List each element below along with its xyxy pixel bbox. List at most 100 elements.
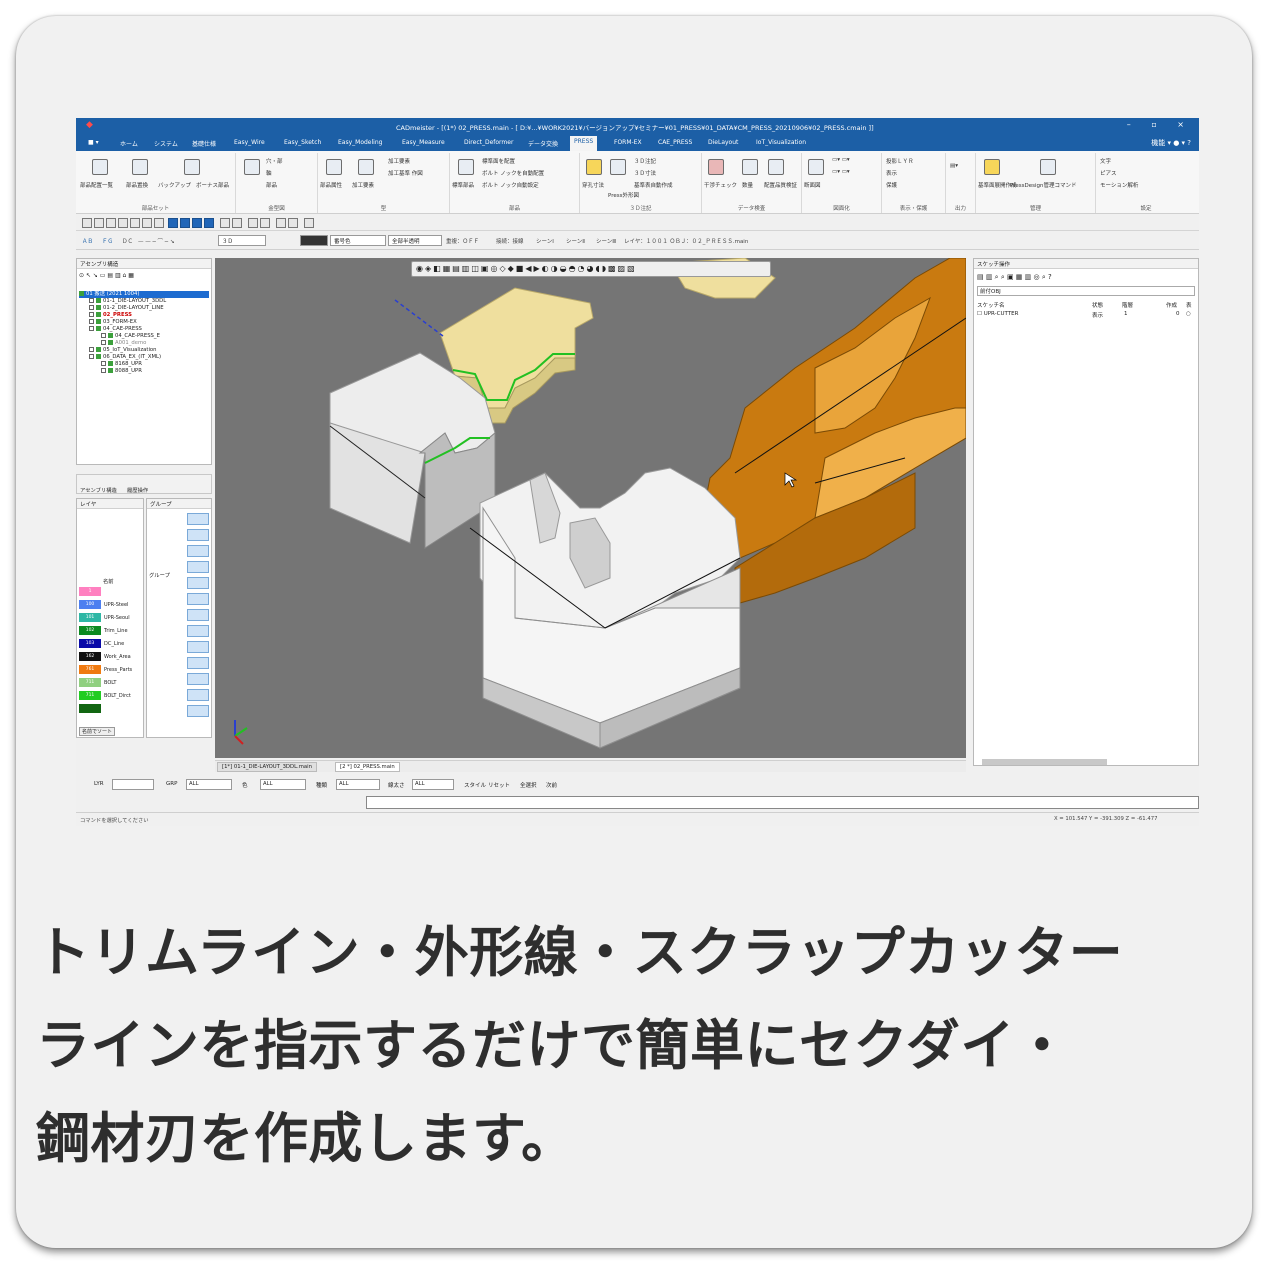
sketch-row[interactable]: ☐ UPR-CUTTER [977,311,1018,317]
zoom-icon[interactable] [220,218,230,228]
layer-row[interactable]: 100 UPR-Steel [79,600,143,611]
view-select[interactable]: ３Ｄ [218,235,266,246]
tree-item[interactable]: 06_DATA_EX_(IT_XML) [79,354,209,361]
ribbon-item[interactable]: 部品属性 [320,181,342,189]
color-swatch[interactable] [300,235,328,246]
ribbon-item[interactable]: 投影ＬＹＲ [886,157,914,165]
tree-item[interactable]: 05_IoT_Visualization [79,347,209,354]
ribbon-item[interactable]: ピアス [1100,169,1117,177]
tab-iot-visualization[interactable]: IoT_Visualization [752,137,810,148]
scene-1[interactable]: シーンⅠ [536,237,554,245]
ribbon-item[interactable]: 基準表自動作成 [634,181,673,189]
mode-dc[interactable]: ＤＣ [122,237,133,245]
tool-icon[interactable] [304,218,314,228]
view-mode-icon[interactable] [204,218,214,228]
tab-assembly[interactable]: アセンブリ構造 [80,486,117,494]
ribbon-item[interactable]: ボーナス部品 [196,181,229,189]
tree-item[interactable]: 01 搬送 (2021 1004) [79,291,209,298]
3d-viewport[interactable]: ◉◈◧▦▤▥◫▣◎◇◆■◀▶◐◑◒◓◔◕◖◗▩▨▧ [215,258,966,758]
layer-row[interactable]: 1 [79,587,143,598]
print-icon[interactable] [118,218,128,228]
sketch-filter[interactable]: 前付OBJ [977,286,1195,296]
pierce-icon[interactable] [586,159,602,175]
view-toolbar-icons[interactable]: ◉◈◧▦▤▥◫▣◎◇◆■◀▶◐◑◒◓◔◕◖◗▩▨▧ [416,264,637,273]
interference-icon[interactable] [708,159,724,175]
column-header[interactable]: スケッチ名 [977,301,1005,309]
layer-row[interactable]: 102 Trim_Line [79,626,143,637]
tree-item[interactable]: 04_CAE-PRESS_E [79,333,209,340]
horizontal-scrollbar[interactable] [982,759,1107,765]
parts-list-icon[interactable] [92,159,108,175]
layer-row[interactable] [79,704,143,715]
machining-icon[interactable] [358,159,374,175]
layer-row[interactable]: 711 BOLT_Dirct [79,691,143,702]
ribbon-item[interactable]: ▭▾ ▭▾ [832,169,850,175]
tree-item[interactable]: 01-1_DIE-LAYOUT_3DDL [79,298,209,305]
group-side-button[interactable] [187,689,209,701]
redo-icon[interactable] [142,218,152,228]
ribbon-item[interactable]: 穿孔寸法 [582,181,604,189]
ribbon-item[interactable]: モーション解析 [1100,181,1138,189]
standard-parts-icon[interactable] [458,159,474,175]
tab-direct-deformer[interactable]: Direct_Deformer [460,137,517,148]
ribbon-item[interactable]: 文字 [1100,157,1111,165]
ribbon-item[interactable]: 標準面を配置 [482,157,515,165]
layer-row[interactable]: 101 UPR-Seoul [79,613,143,624]
section-icon[interactable] [808,159,824,175]
layer-row[interactable]: 711 BOLT [79,678,143,689]
tab-data-exchange[interactable]: データ交換 [524,137,562,150]
file-menu-icon[interactable]: ■ ▾ [84,137,103,148]
tree-item[interactable]: 8168_UPR [79,361,209,368]
doc-tab[interactable]: [1*] 01-1_DIE-LAYOUT_3DDL.main [217,762,317,772]
group-side-button[interactable] [187,625,209,637]
ribbon-item[interactable]: 干渉チェック [704,181,737,189]
press-design-icon[interactable] [1040,159,1056,175]
assembly-toolbar[interactable]: ⊙ ↖ ↘ ▭ ▤ ▥ ⌂ ▦ [79,272,134,279]
color-select[interactable]: 全部半透明 [388,235,442,246]
output-icon[interactable]: ▤▾ [950,163,958,169]
view-mode-icon[interactable] [168,218,178,228]
tab-easy-wire[interactable]: Easy_Wire [230,137,269,148]
mode-fg[interactable]: ＦＧ [102,237,113,245]
ribbon-item[interactable]: 穴・部 [266,157,283,165]
tab-easy-sketch[interactable]: Easy_Sketch [280,137,325,148]
layer-icon[interactable] [248,218,258,228]
grp-select[interactable]: ALL [186,779,232,790]
tree-item[interactable]: 8088_UPR [79,368,209,375]
layer-select[interactable]: 番号色 [330,235,386,246]
quality-icon[interactable] [768,159,784,175]
tab-easy-measure[interactable]: Easy_Measure [398,137,449,148]
window-controls[interactable]: – ▫ × [1127,120,1193,129]
group-side-button[interactable] [187,577,209,589]
ribbon-item[interactable]: ３Ｄ寸法 [634,169,656,177]
tab-cae-press[interactable]: CAE_PRESS [654,137,696,148]
part-attribute-icon[interactable] [326,159,342,175]
thickness-select[interactable]: ALL [412,779,454,790]
scene-2[interactable]: シーンⅡ [566,237,585,245]
type-select[interactable]: ALL [336,779,380,790]
sort-by-name-button[interactable]: 名前でソート [79,727,116,736]
parts-replace-icon[interactable] [132,159,148,175]
tab-basic[interactable]: 基礎仕様 [188,137,220,150]
layer-row[interactable]: 761 Press_Parts [79,665,143,676]
tabs-right-controls[interactable]: 機能 ▾ ● ▾ ? [1151,138,1191,148]
backup-icon[interactable] [184,159,200,175]
sketch-toolbar[interactable]: ▤ ▥ ⌕ ⌕ ▣ ▦ ▥ ◎ ⌕ ? [977,273,1052,282]
group-side-button[interactable] [187,513,209,525]
press-outline-icon[interactable] [610,159,626,175]
group-side-button[interactable] [187,529,209,541]
lyr-input[interactable] [112,779,154,790]
tab-history[interactable]: 履歴操作 [127,486,148,494]
save-icon[interactable] [106,218,116,228]
ribbon-item[interactable]: 部品配置一覧 [80,181,113,189]
tree-item[interactable]: 04_CAE-PRESS [79,326,209,333]
undo-icon[interactable] [130,218,140,228]
group-side-button[interactable] [187,545,209,557]
tab-system[interactable]: システム [150,137,182,150]
group-side-button[interactable] [187,593,209,605]
prev-next-button[interactable]: 次前 [546,781,557,789]
ribbon-item[interactable]: PressDesign管理コマンド [1010,181,1076,189]
ribbon-item[interactable]: 表示 [886,169,897,177]
tab-dielayout[interactable]: DieLayout [704,137,742,148]
group-side-button[interactable] [187,641,209,653]
